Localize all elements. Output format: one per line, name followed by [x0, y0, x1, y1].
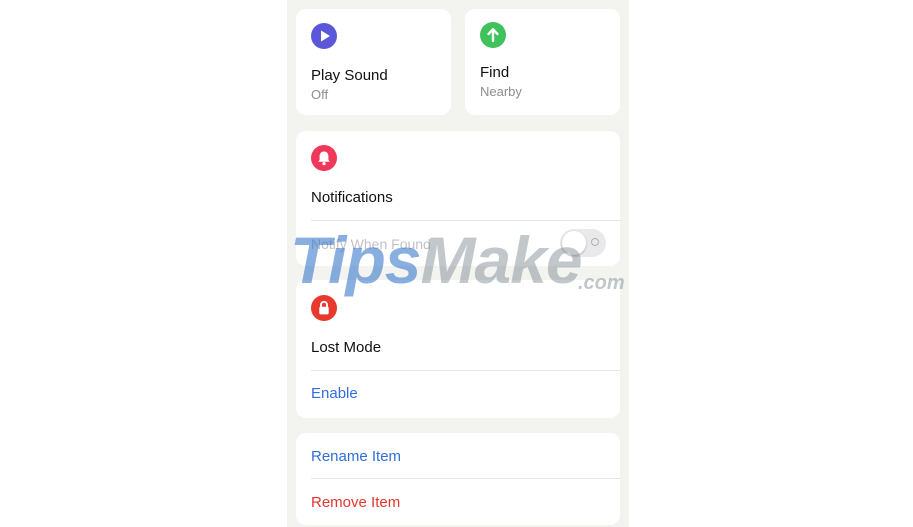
item-actions-card: Rename Item Remove Item: [296, 433, 620, 525]
toggle-knob: [562, 231, 586, 255]
play-icon: [311, 23, 337, 49]
find-nearby-card[interactable]: Find Nearby: [465, 9, 620, 115]
arrow-up-icon: [480, 22, 506, 48]
item-actions-divider: [311, 478, 620, 479]
toggle-off-indicator: [591, 238, 599, 246]
notifications-card: Notifications Notify When Found: [296, 131, 620, 266]
find-title: Find: [480, 64, 510, 81]
notifications-divider: [311, 220, 620, 221]
find-my-item-screen: Play Sound Off Find Nearby Notifications…: [287, 0, 629, 527]
lost-mode-title: Lost Mode: [311, 339, 382, 356]
lock-icon: [311, 295, 337, 321]
notifications-title: Notifications: [311, 189, 393, 206]
remove-item-button[interactable]: Remove Item: [311, 494, 400, 511]
play-sound-title: Play Sound: [311, 67, 388, 84]
notify-when-found-label: Notify When Found: [311, 236, 431, 252]
rename-item-button[interactable]: Rename Item: [311, 448, 401, 465]
find-status: Nearby: [480, 84, 522, 99]
play-sound-card[interactable]: Play Sound Off: [296, 9, 451, 115]
lost-mode-divider: [311, 370, 620, 371]
bell-icon: [311, 145, 337, 171]
notify-when-found-toggle[interactable]: [560, 229, 606, 257]
play-sound-status: Off: [311, 87, 329, 102]
lost-mode-enable-button[interactable]: Enable: [311, 385, 358, 402]
lost-mode-card: Lost Mode Enable: [296, 280, 620, 418]
